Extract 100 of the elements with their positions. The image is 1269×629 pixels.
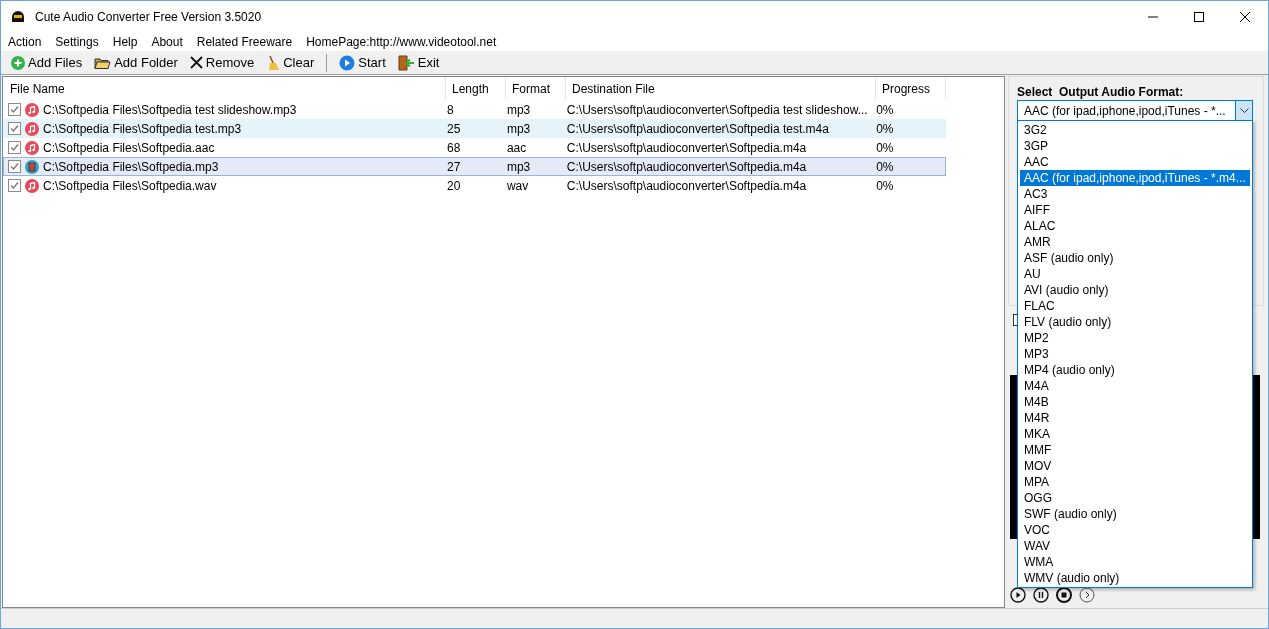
dropdown-option[interactable]: WMA [1020,554,1250,570]
menu-item[interactable]: Action [8,32,42,51]
toolbar-button[interactable]: Exit [397,52,440,73]
toolbar-button[interactable]: Add Files [11,52,83,73]
music-note-icon [25,140,39,155]
table-cell: mp3 [506,159,531,174]
pause-icon[interactable] [1033,587,1049,603]
table-cell-text: C:\Softpedia Files\Softpedia.mp3 [43,158,219,176]
dropdown-option[interactable]: M4R [1020,410,1250,426]
toolbar-button[interactable]: Add Folder [94,52,178,73]
menu-item[interactable]: About [151,32,183,51]
column-header[interactable]: Format [506,77,566,100]
play-icon [339,54,356,71]
dropdown-option[interactable]: FLAC [1020,298,1250,314]
table-cell-text: C:\Softpedia Files\Softpedia.aac [43,139,215,157]
dropdown-option[interactable]: AAC [1020,154,1250,170]
column-header[interactable]: Destination File [566,77,876,100]
dropdown-option[interactable]: WAV [1020,538,1250,554]
helmet-icon [11,8,25,25]
dropdown-option[interactable]: M4B [1020,394,1250,410]
stop-icon[interactable] [1056,587,1072,603]
dropdown-option[interactable]: SWF (audio only) [1020,506,1250,522]
dropdown-option[interactable]: ASF (audio only) [1020,250,1250,266]
table-cell: C:\Users\softp\audioconverter\Softpedia.m4a [566,159,807,174]
dropdown-option[interactable]: WMV (audio only) [1020,570,1250,586]
play-icon[interactable] [1010,587,1026,603]
menu-item[interactable]: Settings [55,32,99,51]
dropdown-option[interactable]: AMR [1020,234,1250,250]
table-cell: aac [506,140,527,155]
table-cell: 0% [876,121,894,136]
checkbox[interactable] [8,141,21,154]
field-label: Select Output Audio Format: [1017,84,1184,101]
broom-icon [266,54,281,71]
dropdown-option[interactable]: MOV [1020,458,1250,474]
column-header[interactable]: Length [446,77,506,100]
dropdown-option[interactable]: OGG [1020,490,1250,506]
dropdown-option[interactable]: MP3 [1020,346,1250,362]
dropdown-option[interactable]: AVI (audio only) [1020,282,1250,298]
dropdown-option[interactable]: AU [1020,266,1250,282]
window-title: Cute Audio Converter Free Version 3.5020 [35,8,262,26]
table-cell: 25 [447,121,461,136]
table-cell: 0% [876,178,894,193]
table-cell: 0% [876,159,894,174]
close-icon [1240,11,1250,22]
checkbox[interactable] [8,103,21,116]
file-row[interactable]: C:\Softpedia Files\Softpedia test slideshow.mp3 8 mp3 C:\Users\softp\audioconverter\Softpedia test slideshow... 0% [3,100,946,119]
file-row[interactable]: C:\Softpedia Files\Softpedia.wav 20 wav C:\Users\softp\audioconverter\Softpedia.m4a 0% [3,176,946,195]
film-icon [25,159,39,174]
checkbox[interactable] [8,122,21,135]
format-dropdown[interactable]: AAC (for ipad,iphone,ipod,iTunes - *... [1017,100,1253,121]
maximize-icon [1194,11,1204,22]
dropdown-option[interactable]: AIFF [1020,202,1250,218]
music-note-icon [25,178,39,193]
table-cell: 0% [876,102,894,117]
dropdown-option[interactable]: 3G2 [1020,122,1250,138]
dropdown-option[interactable]: AAC (for ipad,iphone,ipod,iTunes - *.m4... [1020,170,1250,186]
table-cell: 0% [876,140,894,155]
dropdown-option[interactable]: M4A [1020,378,1250,394]
menu-item[interactable]: HomePage:http://www.videotool.net [306,32,497,51]
file-row[interactable]: C:\Softpedia Files\Softpedia test.mp3 25 mp3 C:\Users\softp\audioconverter\Softpedia test.m4a 0% [3,119,946,138]
column-header[interactable]: File Name [3,77,446,100]
file-row[interactable]: C:\Softpedia Files\Softpedia.mp3 27 mp3 C:\Users\softp\audioconverter\Softpedia.m4a 0% [3,157,946,176]
dropdown-option[interactable]: 3GP [1020,138,1250,154]
dropdown-option[interactable]: AC3 [1020,186,1250,202]
music-note-icon [25,121,39,136]
table-cell: 27 [447,159,461,174]
toolbar-button[interactable]: Start [339,52,386,73]
column-header[interactable]: Progress [876,77,946,100]
dropdown-option[interactable]: FLV (audio only) [1020,314,1250,330]
toolbar-button[interactable]: Remove [189,52,255,73]
plus-icon [11,55,25,70]
table-cell-text: C:\Softpedia Files\Softpedia test.mp3 [43,120,242,138]
menu-item[interactable]: Help [112,32,138,51]
next-icon[interactable] [1079,587,1095,603]
dropdown-option[interactable]: MP2 [1020,330,1250,346]
table-cell: C:\Users\softp\audioconverter\Softpedia test.m4a [566,121,829,136]
table-cell: C:\Users\softp\audioconverter\Softpedia test slideshow... [566,102,868,117]
dropdown-option[interactable]: MP4 (audio only) [1020,362,1250,378]
dropdown-option[interactable]: MPA [1020,474,1250,490]
table-cell-text: C:\Softpedia Files\Softpedia.wav [43,177,217,195]
checkbox[interactable] [8,179,21,192]
table-cell: C:\Users\softp\audioconverter\Softpedia.m4a [566,140,807,155]
table-cell: mp3 [506,102,531,117]
folder-icon [94,55,112,70]
dropdown-option[interactable]: MMF [1020,442,1250,458]
table-cell: 8 [447,102,454,117]
table-cell: C:\Users\softp\audioconverter\Softpedia.m4a [566,178,807,193]
door-icon [397,54,415,71]
dropdown-option[interactable]: MKA [1020,426,1250,442]
checkbox[interactable] [8,160,21,173]
menu-item[interactable]: Related Freeware [196,32,293,51]
dropdown-option[interactable]: VOC [1020,522,1250,538]
table-cell: wav [506,178,529,193]
table-cell-text: C:\Softpedia Files\Softpedia test slideshow.mp3 [43,101,297,119]
dropdown-option[interactable]: ALAC [1020,218,1250,234]
x-icon [189,56,203,69]
toolbar-button[interactable]: Clear [266,52,315,73]
table-cell: 20 [447,178,461,193]
file-row[interactable]: C:\Softpedia Files\Softpedia.aac 68 aac C:\Users\softp\audioconverter\Softpedia.m4a 0% [3,138,946,157]
music-note-icon [25,102,39,117]
